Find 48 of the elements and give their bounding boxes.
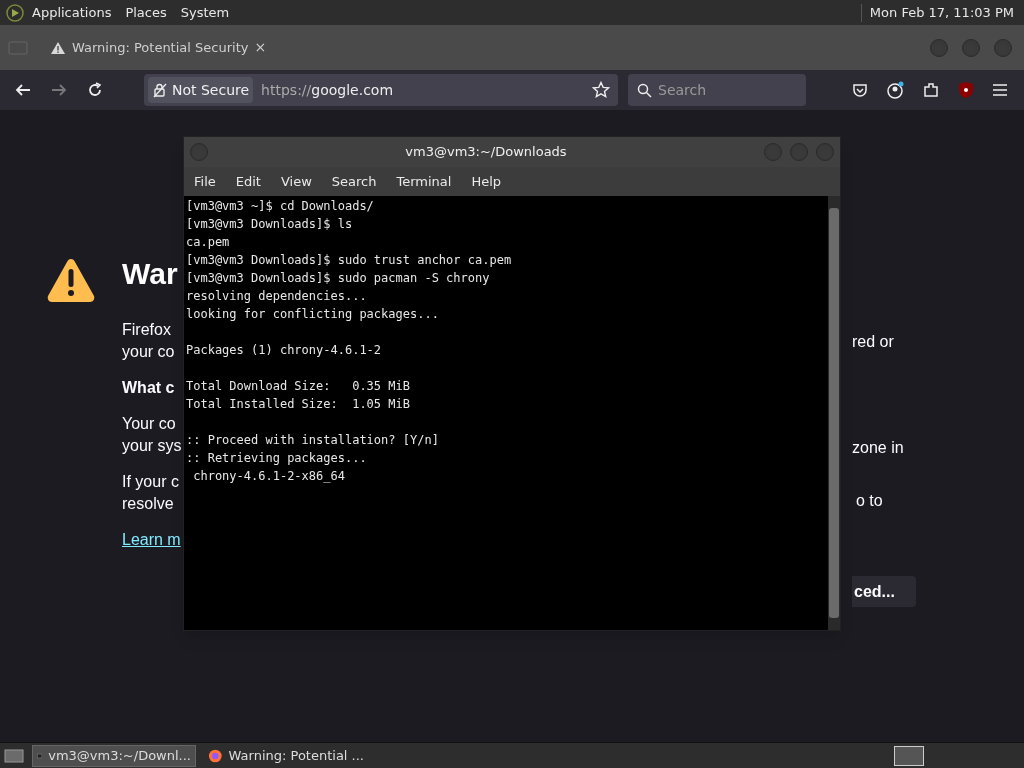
- paragraph-text: If your c resolve: [122, 472, 179, 514]
- menu-item[interactable]: File: [194, 171, 216, 192]
- search-field[interactable]: Search: [628, 74, 806, 106]
- reload-icon[interactable]: [86, 81, 104, 99]
- window-title: vm3@vm3:~/Downloads: [404, 143, 568, 162]
- advanced-button[interactable]: ced...: [852, 576, 916, 607]
- page-heading: War: [122, 256, 178, 292]
- workspace-switcher[interactable]: [894, 745, 924, 766]
- menu-item[interactable]: Search: [331, 171, 377, 192]
- paragraph-text: o to: [855, 491, 884, 511]
- shield-icon[interactable]: [958, 81, 974, 99]
- paragraph-text: zone in: [852, 438, 905, 458]
- not-secure-badge[interactable]: Not Secure: [148, 77, 254, 103]
- menu-item[interactable]: Terminal: [396, 171, 452, 192]
- warning-icon: [50, 40, 66, 55]
- tab-close-button[interactable]: ×: [254, 37, 267, 58]
- scrollbar[interactable]: [828, 196, 840, 630]
- desktop-icon[interactable]: [4, 747, 24, 764]
- distro-logo-icon[interactable]: [6, 3, 24, 22]
- panel-menu[interactable]: System: [180, 2, 230, 23]
- star-icon[interactable]: [592, 81, 610, 99]
- pocket-icon[interactable]: [852, 82, 868, 98]
- taskbar-item[interactable]: Warning: Potential ...: [204, 744, 368, 767]
- menu-item[interactable]: View: [280, 171, 312, 192]
- menu-item[interactable]: Help: [471, 171, 502, 192]
- lock-icon: [152, 82, 168, 98]
- url-text: https://google.com: [261, 80, 394, 100]
- learn-more-link[interactable]: Learn m: [122, 529, 181, 551]
- taskbar-label: vm3@vm3:~/Downl...: [48, 746, 191, 765]
- address-bar[interactable]: Not Secure https://google.com: [144, 74, 618, 106]
- paragraph-text: Your co your sys: [122, 414, 182, 456]
- browser-logo-icon: [208, 747, 223, 764]
- menu-icon[interactable]: [992, 83, 1008, 97]
- clock[interactable]: Mon Feb 17, 11:03 PM: [869, 2, 1014, 23]
- tab-title: Warning: Potential Security: [72, 38, 249, 57]
- account-icon[interactable]: [886, 81, 904, 99]
- taskbar-label: Warning: Potential ...: [228, 746, 364, 765]
- warning-icon: [46, 257, 96, 303]
- browser-tab[interactable]: Warning: Potential Security ×: [50, 37, 267, 58]
- panel-menu[interactable]: Applications: [32, 2, 112, 23]
- search-icon: [637, 83, 652, 98]
- menu-item[interactable]: Edit: [235, 171, 261, 192]
- panel-menu[interactable]: Places: [125, 2, 167, 23]
- taskbar-item[interactable]: vm3@vm3:~/Downl...: [32, 744, 196, 767]
- paragraph-text: red or: [852, 332, 895, 352]
- paragraph-text: Firefox your co: [122, 320, 175, 362]
- terminal-output: [vm3@vm3 ~]$ cd Downloads/ [vm3@vm3 Downloads]$ ls ca.pem [vm3@vm3 Downloads]$ sudo trust anchor ca.pem [vm3@vm3 Downloads]$ sudo pacman -S chrony resolving dependencies... looking for conflicting packages... Packages (1) chrony-4.6.1-2 Total Download Size: 0.35 MiB Total Installed Size: 1.05 MiB :: Proceed with installation? [Y/n] :: Retrieving packages... chrony-4.6.1-2-x86_64: [185, 198, 513, 485]
- section-heading: What c: [122, 378, 175, 398]
